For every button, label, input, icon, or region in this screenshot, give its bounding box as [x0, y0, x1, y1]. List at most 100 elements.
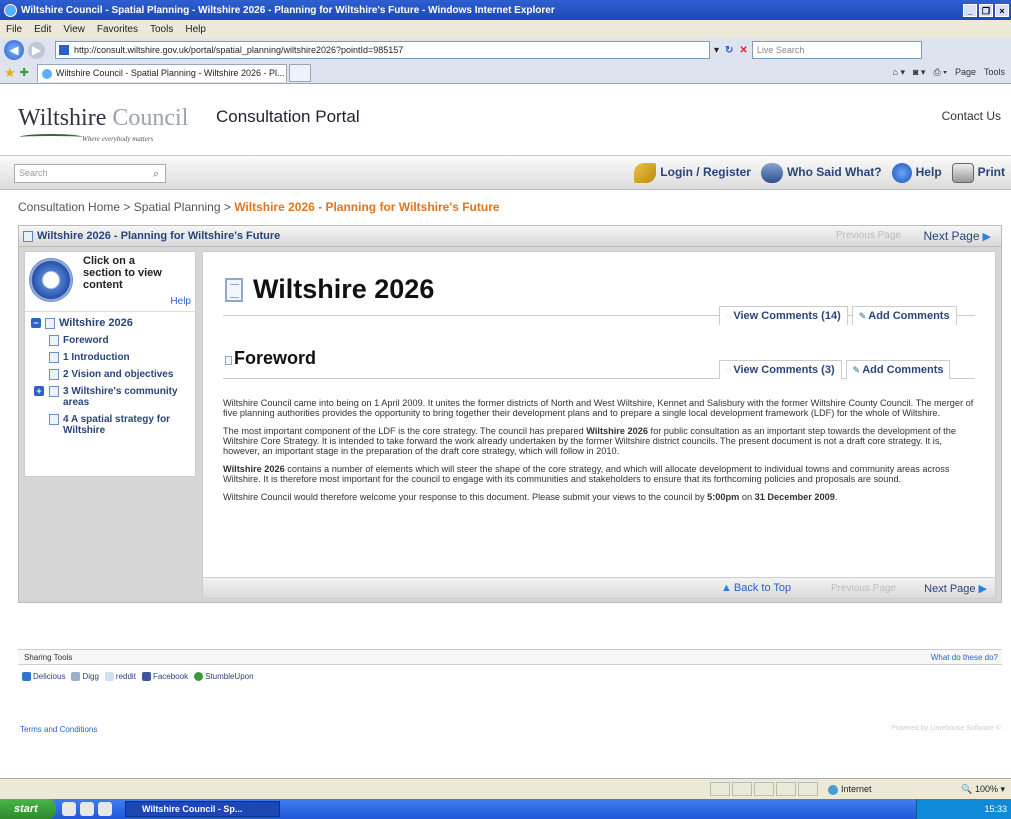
next-page-link[interactable]: Next Page ▶ — [924, 582, 987, 595]
search-icon[interactable]: ⌕ — [153, 166, 159, 183]
url-dropdown-icon[interactable]: ▾ — [714, 45, 719, 56]
forward-button[interactable]: ▶ — [28, 41, 45, 59]
taskbar: start Wiltshire Council - Sp... 15:33 — [0, 799, 1011, 819]
view-comments-button[interactable]: ◌ View Comments (14) — [719, 306, 848, 325]
outlook-quicklaunch-icon[interactable] — [80, 802, 94, 816]
new-tab-button[interactable] — [288, 63, 311, 82]
terms-and-conditions-link[interactable]: Terms and Conditions — [20, 725, 97, 734]
expand-icon[interactable]: + — [34, 386, 44, 396]
bold-text: Wiltshire 2026 — [223, 464, 285, 474]
print-link[interactable]: Print — [951, 163, 1005, 183]
menu-tools[interactable]: Tools — [150, 24, 173, 35]
nav-help-link[interactable]: Help — [170, 296, 191, 307]
system-tray: 15:33 — [916, 799, 1011, 819]
who-said-what-link[interactable]: Who Said What? — [760, 163, 882, 183]
menu-edit[interactable]: Edit — [34, 24, 51, 35]
command-bar: ⌂ ▾ ◙ ▾ ⎙ ▾ Page Tools — [893, 67, 1005, 78]
zoom-level[interactable]: 🔍 100% ▾ — [961, 784, 1005, 795]
quick-launch — [62, 802, 112, 816]
menu-file[interactable]: File — [6, 24, 22, 35]
logo-tagline: Where everybody matters — [82, 135, 154, 143]
tools-menu[interactable]: Tools — [984, 67, 1005, 78]
section-comment-tabs: ◌ View Comments (3) ✎ Add Comments — [719, 360, 951, 379]
share-digg[interactable]: Digg — [71, 672, 99, 682]
login-label: Login / Register — [660, 165, 751, 180]
tree-item-label: 3 Wiltshire's community areas — [63, 386, 178, 408]
breadcrumb-section[interactable]: Spatial Planning — [134, 200, 221, 214]
close-button[interactable]: × — [995, 3, 1009, 17]
status-segment — [754, 782, 774, 796]
site-logo[interactable]: Wiltshire Council — [18, 105, 188, 132]
zoom-value: 100% — [974, 784, 998, 794]
previous-page-link: Previous Page — [835, 230, 901, 241]
back-button[interactable]: ◀ — [4, 40, 24, 60]
what-do-these-do-link[interactable]: What do these do? — [931, 653, 998, 662]
minimize-button[interactable]: _ — [963, 3, 977, 17]
bold-text: 31 December 2009 — [754, 492, 835, 502]
restore-button[interactable]: ❐ — [979, 3, 993, 17]
stop-icon[interactable]: ✕ — [739, 45, 747, 56]
paragraph: Wiltshire 2026 contains a number of elem… — [223, 464, 979, 484]
nav-heading: Click on a section to view content — [83, 255, 162, 291]
menu-help[interactable]: Help — [185, 24, 206, 35]
tree-item-root[interactable]: − Wiltshire 2026 — [25, 318, 195, 329]
print-icon — [951, 163, 974, 183]
view-comments-button[interactable]: ◌ View Comments (3) — [719, 360, 842, 379]
globe-icon — [828, 784, 838, 795]
contact-us-link[interactable]: Contact Us — [942, 109, 1001, 123]
login-register-link[interactable]: Login / Register — [634, 163, 751, 183]
url-input[interactable]: http://consult.wiltshire.gov.uk/portal/s… — [55, 41, 710, 59]
tree-item-vision[interactable]: 2 Vision and objectives — [25, 369, 195, 380]
start-button[interactable]: start — [0, 799, 56, 819]
previous-page-link: Previous Page — [831, 583, 897, 594]
page-menu[interactable]: Page — [955, 67, 976, 78]
media-quicklaunch-icon[interactable] — [98, 802, 112, 816]
tree-item-foreword[interactable]: Foreword — [25, 335, 195, 346]
refresh-icon[interactable]: ↻ — [725, 45, 733, 56]
powered-by-text[interactable]: Powered by Limehouse Software © — [891, 725, 1001, 732]
share-facebook[interactable]: Facebook — [141, 672, 188, 682]
home-icon[interactable]: ⌂ ▾ — [893, 67, 905, 78]
share-label: reddit — [115, 672, 136, 681]
breadcrumb-separator: > — [223, 200, 231, 214]
comments-icon: ◌ — [726, 311, 732, 321]
add-comment-icon: ✎ — [852, 365, 861, 375]
printer-icon[interactable]: ⎙ ▾ — [933, 67, 946, 78]
share-stumbleupon[interactable]: StumbleUpon — [194, 672, 254, 682]
ie-quicklaunch-icon[interactable] — [62, 802, 76, 816]
page-icon — [59, 45, 69, 55]
collapse-icon[interactable]: − — [31, 318, 41, 328]
next-page-link[interactable]: Next Page ▶ — [923, 229, 991, 243]
browser-tab[interactable]: Wiltshire Council - Spatial Planning - W… — [36, 63, 287, 82]
document-icon — [49, 352, 59, 363]
foreword-body: Wiltshire Council came into being on 1 A… — [223, 398, 979, 510]
panel-title: Wiltshire 2026 - Planning for Wiltshire'… — [37, 230, 281, 242]
panel-header: Wiltshire 2026 - Planning for Wiltshire'… — [18, 225, 1002, 247]
tool-links: Login / Register Who Said What? Help Pri… — [634, 163, 1005, 183]
help-icon — [891, 163, 912, 183]
menu-view[interactable]: View — [63, 24, 85, 35]
facebook-icon — [141, 672, 151, 682]
tree-item-introduction[interactable]: 1 Introduction — [25, 352, 195, 363]
favorites-star-icon[interactable]: ★ — [4, 65, 16, 81]
back-to-top-link[interactable]: ▲ Back to Top — [721, 582, 791, 594]
add-comments-button[interactable]: ✎ Add Comments — [845, 360, 951, 379]
bold-text: 5:00pm — [707, 492, 740, 502]
taskbar-item-ie[interactable]: Wiltshire Council - Sp... — [125, 801, 280, 817]
feeds-icon[interactable]: ◙ ▾ — [913, 67, 925, 78]
tree-item-spatial-strategy[interactable]: 4 A spatial strategy for Wiltshire — [25, 414, 195, 436]
delicious-icon — [22, 672, 31, 682]
url-text: http://consult.wiltshire.gov.uk/portal/s… — [74, 45, 404, 55]
document-icon — [225, 278, 243, 302]
help-link[interactable]: Help — [891, 163, 942, 183]
breadcrumb-home[interactable]: Consultation Home — [18, 200, 120, 214]
stumbleupon-icon — [194, 672, 204, 682]
add-favorites-icon[interactable]: ✚ — [20, 66, 29, 79]
tree-item-community-areas[interactable]: + 3 Wiltshire's community areas — [25, 386, 195, 408]
share-reddit[interactable]: reddit — [104, 672, 136, 682]
live-search-input[interactable]: Live Search — [751, 41, 922, 59]
menu-favorites[interactable]: Favorites — [97, 24, 138, 35]
share-delicious[interactable]: Delicious — [22, 672, 65, 682]
site-search-input[interactable]: Search ⌕ — [14, 164, 166, 183]
add-comments-button[interactable]: ✎ Add Comments — [851, 306, 957, 325]
